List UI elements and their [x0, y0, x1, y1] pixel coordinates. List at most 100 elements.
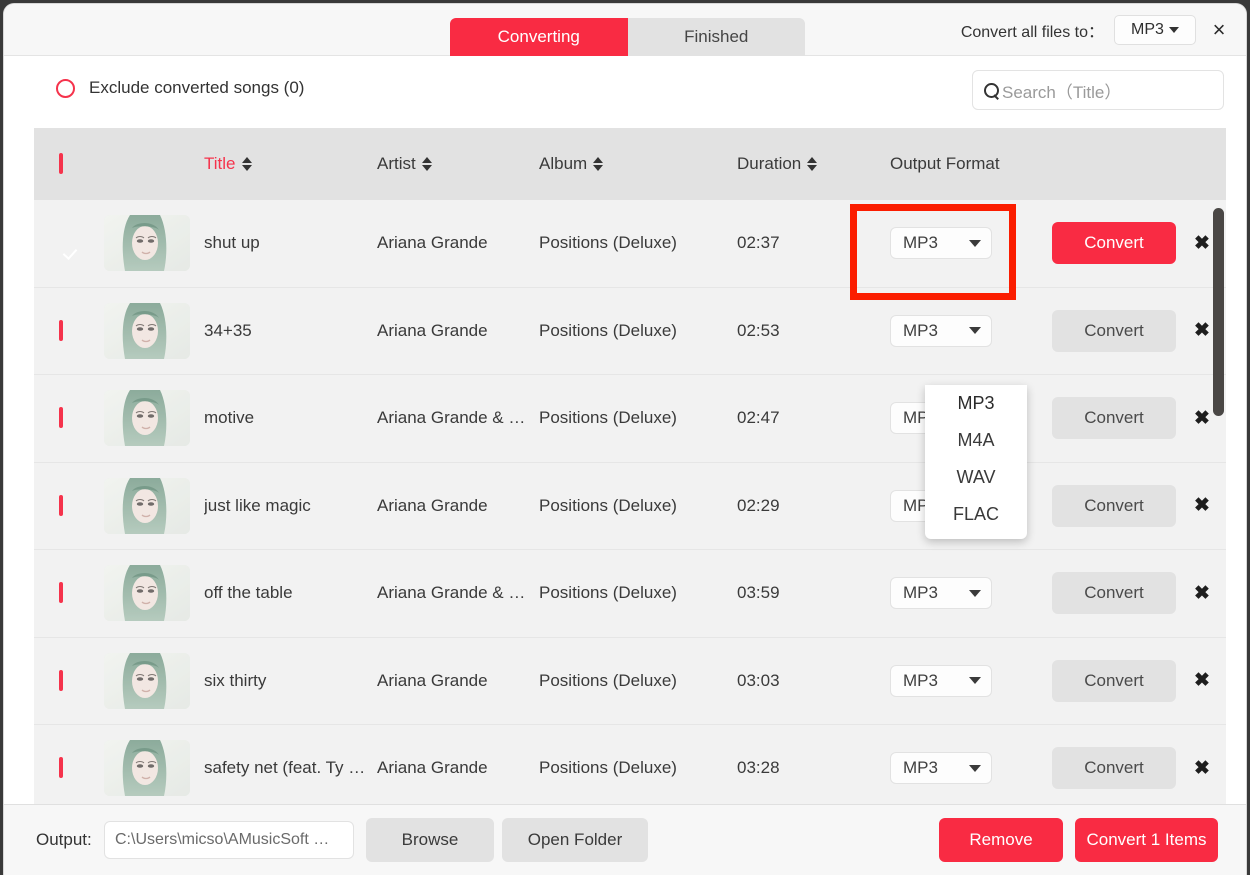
- row-checkbox[interactable]: [59, 319, 63, 341]
- dropdown-option-m4a[interactable]: M4A: [925, 422, 1027, 459]
- row-convert-button[interactable]: Convert: [1052, 309, 1176, 352]
- row-artist: Ariana Grande: [377, 233, 488, 253]
- output-label: Output:: [36, 830, 92, 849]
- output-path-field[interactable]: C:\Users\micso\AMusicSoft …: [104, 821, 354, 859]
- row-duration: 02:53: [737, 320, 780, 340]
- remove-button[interactable]: Remove: [939, 818, 1063, 862]
- row-duration: 03:28: [737, 758, 780, 778]
- convert-all-format-value: MP3: [1131, 21, 1164, 38]
- row-output-format-select[interactable]: MP3: [890, 314, 992, 347]
- table-row[interactable]: off the table Ariana Grande & … Positions …: [34, 550, 1226, 638]
- row-select[interactable]: [59, 319, 63, 341]
- select-all-checkbox-box[interactable]: [59, 153, 63, 174]
- row-remove-icon[interactable]: ✖: [1189, 405, 1215, 431]
- row-output-format-select[interactable]: MP3: [890, 752, 992, 785]
- search-placeholder: Search（Title）: [1002, 82, 1122, 102]
- row-checkbox[interactable]: [59, 757, 63, 779]
- convert-all-format-select[interactable]: MP3: [1114, 15, 1196, 45]
- column-header-duration-label: Duration: [737, 154, 802, 173]
- row-checkbox[interactable]: [59, 669, 63, 691]
- column-header-output-format: Output Format: [890, 154, 1000, 173]
- table-scrollbar[interactable]: [1213, 208, 1224, 804]
- row-artist: Ariana Grande & …: [377, 408, 526, 428]
- row-output-format-select[interactable]: MP3: [890, 664, 992, 697]
- dropdown-option-mp3[interactable]: MP3: [925, 385, 1027, 422]
- row-convert-button[interactable]: Convert: [1052, 484, 1176, 527]
- row-output-format-select[interactable]: MP3: [890, 227, 992, 260]
- convert-all-group: Convert all files to： MP3 ×: [961, 4, 1232, 56]
- row-output-format-select[interactable]: MP3: [890, 577, 992, 610]
- table-scrollbar-thumb[interactable]: [1213, 208, 1224, 416]
- row-checkbox[interactable]: [59, 582, 63, 604]
- row-remove-icon[interactable]: ✖: [1189, 668, 1215, 694]
- row-convert-button[interactable]: Convert: [1052, 659, 1176, 702]
- search-input[interactable]: Search（Title）: [972, 70, 1224, 110]
- convert-all-label: Convert all files to：: [960, 24, 1104, 41]
- row-remove-icon[interactable]: ✖: [1189, 230, 1215, 256]
- select-all-checkbox[interactable]: [59, 153, 63, 174]
- row-title: six thirty: [204, 670, 267, 690]
- row-remove-icon[interactable]: ✖: [1189, 493, 1215, 519]
- row-select[interactable]: [59, 407, 63, 429]
- table-row[interactable]: shut up Ariana Grande Positions (Deluxe) 02…: [34, 200, 1226, 288]
- column-header-title-label: Title: [204, 154, 236, 173]
- tab-finished[interactable]: Finished: [627, 18, 805, 56]
- tab-converting[interactable]: Converting: [450, 18, 628, 56]
- row-remove-icon[interactable]: ✖: [1189, 580, 1215, 606]
- filter-bar: Exclude converted songs (0) Search（Title…: [4, 56, 1246, 128]
- row-artist: Ariana Grande: [377, 320, 488, 340]
- browse-button[interactable]: Browse: [366, 818, 494, 862]
- row-artist: Ariana Grande & …: [377, 583, 526, 603]
- row-convert-button[interactable]: Convert: [1052, 397, 1176, 440]
- radio-unchecked-icon[interactable]: [56, 78, 75, 98]
- convert-items-button[interactable]: Convert 1 Items: [1075, 818, 1218, 862]
- row-select[interactable]: [59, 494, 63, 516]
- album-art: [104, 652, 190, 709]
- row-remove-icon[interactable]: ✖: [1189, 318, 1215, 344]
- sort-arrows-icon[interactable]: [421, 157, 432, 171]
- row-duration: 02:47: [737, 408, 780, 428]
- dropdown-option-wav[interactable]: WAV: [925, 459, 1027, 496]
- row-title: shut up: [204, 233, 260, 253]
- row-album: Positions (Deluxe): [539, 233, 677, 253]
- row-remove-icon[interactable]: ✖: [1189, 755, 1215, 781]
- row-convert-button[interactable]: Convert: [1052, 222, 1176, 265]
- column-header-artist[interactable]: Artist: [377, 154, 537, 174]
- row-convert-button[interactable]: Convert: [1052, 572, 1176, 615]
- row-duration: 03:59: [737, 583, 780, 603]
- dropdown-option-flac[interactable]: FLAC: [925, 496, 1027, 533]
- column-header-album[interactable]: Album: [539, 154, 729, 174]
- open-folder-button[interactable]: Open Folder: [502, 818, 648, 862]
- table-row[interactable]: 34+35 Ariana Grande Positions (Deluxe) 02:5…: [34, 287, 1226, 375]
- album-art: [104, 565, 190, 622]
- table-row[interactable]: motive Ariana Grande & … Positions (Deluxe…: [34, 375, 1226, 463]
- row-artist: Ariana Grande: [377, 758, 488, 778]
- row-album: Positions (Deluxe): [539, 408, 677, 428]
- row-select[interactable]: [59, 582, 63, 604]
- row-album: Positions (Deluxe): [539, 495, 677, 515]
- row-select[interactable]: [59, 757, 63, 779]
- row-checkbox[interactable]: [59, 494, 63, 516]
- row-convert-button[interactable]: Convert: [1052, 747, 1176, 790]
- sort-arrows-icon[interactable]: [593, 157, 604, 171]
- output-format-dropdown-menu[interactable]: MP3 M4A WAV FLAC: [925, 385, 1027, 539]
- chevron-down-icon: [969, 589, 981, 597]
- bottom-bar: Output: C:\Users\micso\AMusicSoft … Brow…: [4, 804, 1246, 875]
- sort-arrows-icon[interactable]: [807, 157, 818, 171]
- close-window-button[interactable]: ×: [1206, 17, 1232, 43]
- row-output-format-value: MP3: [903, 583, 938, 603]
- column-header-duration[interactable]: Duration: [737, 154, 827, 174]
- table-row[interactable]: just like magic Ariana Grande Positions (D…: [34, 462, 1226, 550]
- row-album: Positions (Deluxe): [539, 583, 677, 603]
- row-artist: Ariana Grande: [377, 670, 488, 690]
- table-row[interactable]: safety net (feat. Ty … Ariana Grande Posit…: [34, 725, 1226, 804]
- row-checkbox[interactable]: [59, 407, 63, 429]
- album-art: [104, 215, 190, 272]
- column-header-title[interactable]: Title: [204, 154, 399, 174]
- table-body: shut up Ariana Grande Positions (Deluxe) 02…: [34, 200, 1226, 804]
- search-icon: [983, 82, 1000, 99]
- table-row[interactable]: six thirty Ariana Grande Positions (Deluxe…: [34, 637, 1226, 725]
- exclude-converted-toggle[interactable]: Exclude converted songs (0): [56, 78, 304, 98]
- row-select[interactable]: [59, 669, 63, 691]
- sort-arrows-icon[interactable]: [241, 157, 252, 171]
